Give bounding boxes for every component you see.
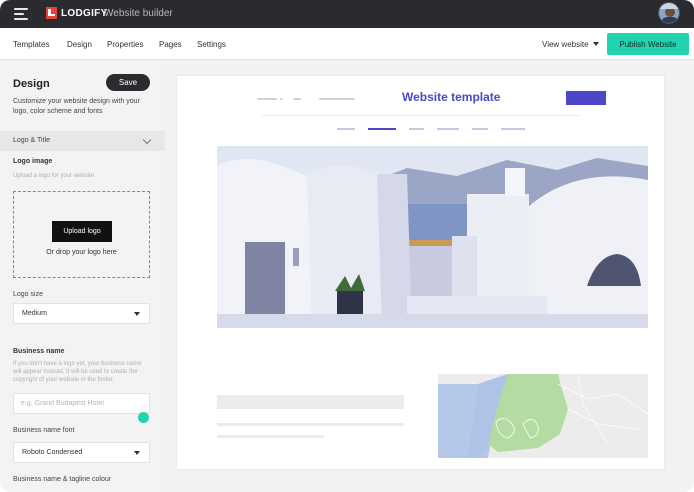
- user-avatar[interactable]: [658, 2, 680, 24]
- placeholder-block: [217, 395, 404, 409]
- font-value: Roboto Condensed: [22, 449, 83, 456]
- divider: [262, 115, 580, 116]
- template-nav-item[interactable]: [501, 128, 525, 130]
- design-sidebar: Design Save Customize your website desig…: [0, 61, 165, 492]
- placeholder-line: [217, 423, 404, 426]
- tab-pages[interactable]: Pages: [159, 40, 182, 49]
- publish-website-button[interactable]: Publish Website: [607, 33, 689, 55]
- tab-design[interactable]: Design: [67, 40, 92, 49]
- logo-image-hint: Upload a logo for your website: [13, 173, 95, 179]
- location-map[interactable]: [438, 374, 648, 458]
- section-label: Logo & Title: [13, 137, 50, 144]
- placeholder-line: [319, 98, 355, 100]
- brand-name: LODGIFY: [61, 8, 108, 19]
- business-name-hint: If you don't have a logo yet, your busin…: [13, 361, 142, 383]
- view-website-dropdown[interactable]: View website: [542, 40, 599, 49]
- placeholder-line: [293, 98, 301, 100]
- template-nav-item[interactable]: [409, 128, 424, 130]
- template-nav-item[interactable]: [337, 128, 355, 130]
- logo-size-value: Medium: [22, 310, 47, 317]
- nav-bar: Templates Design Properties Pages Settin…: [0, 28, 694, 60]
- tab-templates[interactable]: Templates: [13, 40, 49, 49]
- template-title: Website template: [402, 90, 501, 104]
- app-window: LODGIFY Website builder Templates Design…: [0, 0, 694, 492]
- tab-properties[interactable]: Properties: [107, 40, 143, 49]
- caret-down-icon: [134, 451, 140, 455]
- template-nav-item[interactable]: [472, 128, 488, 130]
- caret-down-icon: [134, 312, 140, 316]
- placeholder-line: [217, 435, 324, 438]
- business-name-input[interactable]: [13, 393, 150, 414]
- template-nav-item[interactable]: [437, 128, 459, 130]
- logo-size-select[interactable]: Medium: [13, 303, 150, 324]
- business-name-font-select[interactable]: Roboto Condensed: [13, 442, 150, 463]
- placeholder-line: [257, 98, 277, 100]
- template-button[interactable]: [566, 91, 606, 105]
- logo-image-label: Logo image: [13, 158, 53, 165]
- sidebar-description: Customize your website design with your …: [13, 98, 140, 115]
- chevron-down-icon: [142, 135, 152, 145]
- tab-settings[interactable]: Settings: [197, 40, 226, 49]
- app-title: Website builder: [104, 8, 173, 19]
- placeholder-line: [280, 98, 283, 100]
- website-preview: Website template: [177, 76, 664, 469]
- view-website-label: View website: [542, 40, 589, 49]
- hero-image[interactable]: [217, 146, 648, 328]
- save-button[interactable]: Save: [106, 74, 150, 91]
- logo-size-label: Logo size: [13, 291, 43, 298]
- business-name-label: Business name: [13, 348, 65, 355]
- upload-logo-button[interactable]: Upload logo: [52, 221, 112, 242]
- colour-label: Business name & tagline colour: [13, 476, 112, 483]
- top-bar: LODGIFY Website builder: [0, 0, 694, 28]
- lodgify-logo-icon: [46, 7, 57, 19]
- sidebar-title: Design: [13, 78, 50, 90]
- business-name-font-label: Business name font: [13, 427, 75, 434]
- colour-picker[interactable]: [138, 412, 149, 423]
- caret-down-icon: [592, 42, 599, 46]
- menu-icon[interactable]: [14, 8, 28, 20]
- drop-logo-text: Or drop your logo here: [46, 249, 117, 256]
- template-nav-item-active[interactable]: [368, 128, 396, 130]
- logo-dropzone[interactable]: Upload logo Or drop your logo here: [13, 191, 150, 278]
- section-logo-title[interactable]: Logo & Title: [0, 131, 165, 151]
